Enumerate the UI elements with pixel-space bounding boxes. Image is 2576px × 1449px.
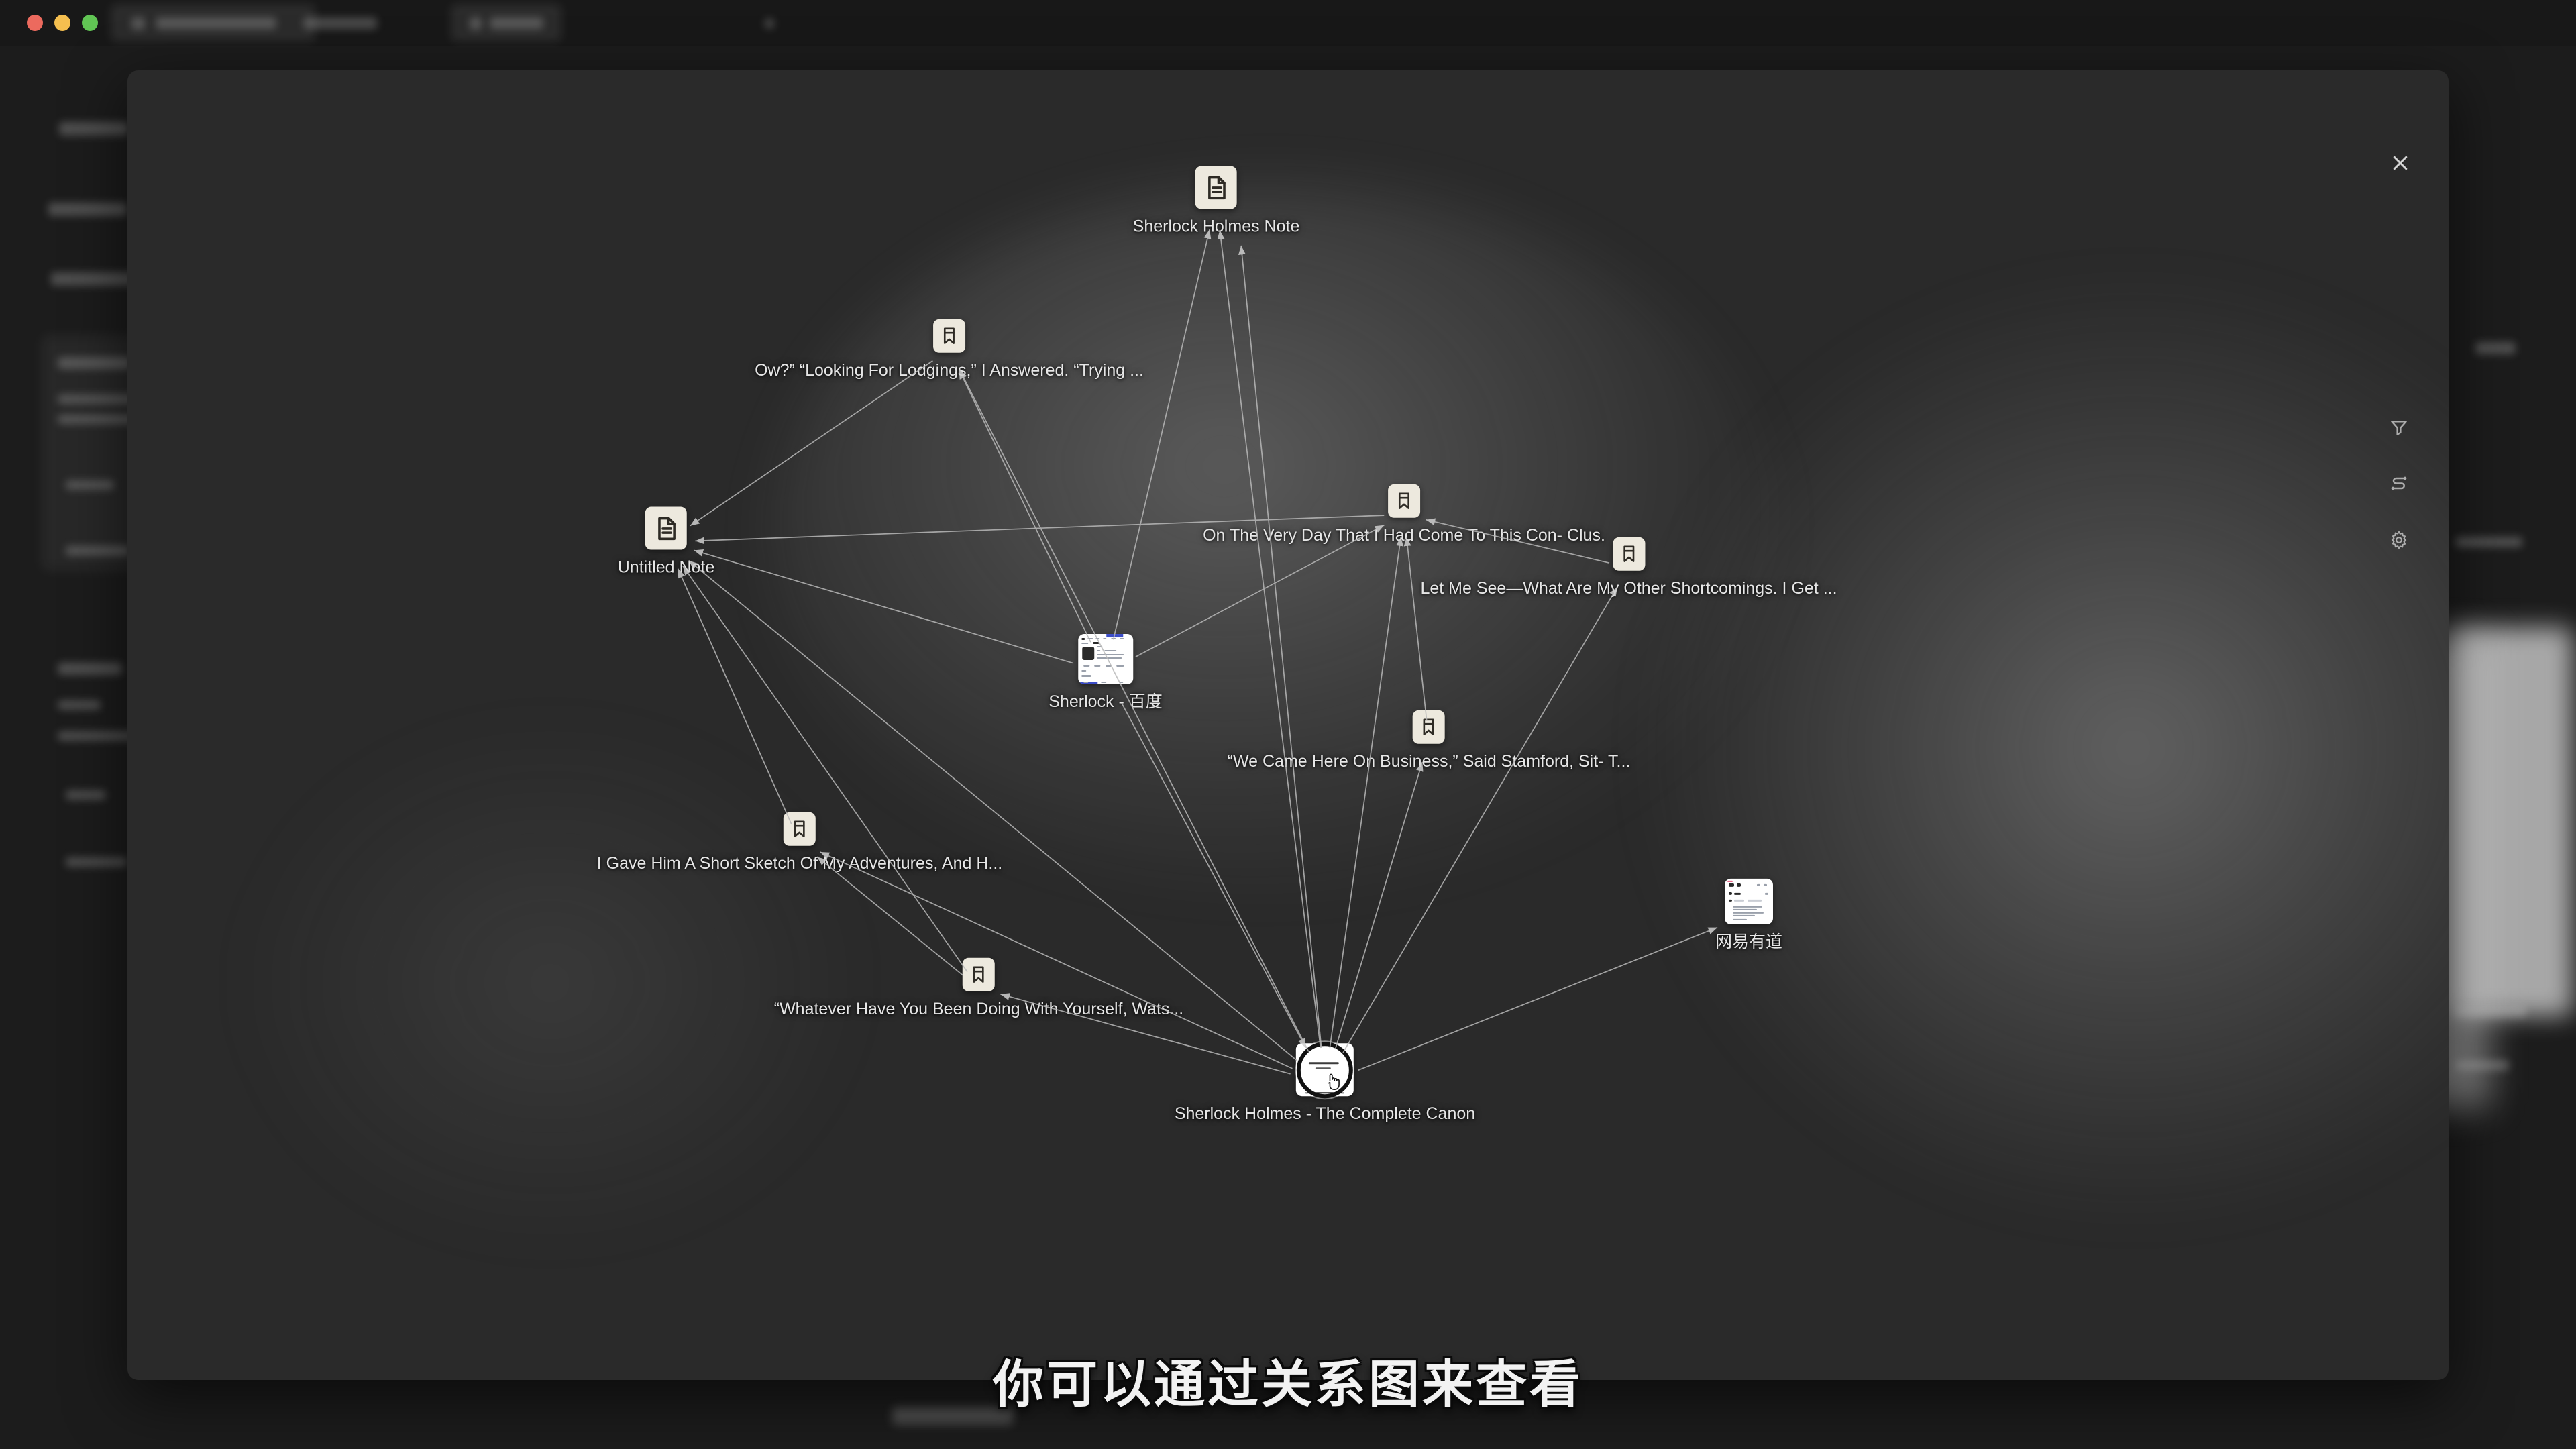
sidebar-heading-2 <box>48 203 127 216</box>
minimize-window-button[interactable] <box>54 15 70 31</box>
right-rail-label-1 <box>2475 342 2516 354</box>
reading-pane-edge <box>2449 627 2573 1016</box>
graph-edges-layer <box>677 229 1718 1075</box>
graph-view-modal: Sherlock Holmes Note Ow?” “Looking For L… <box>127 70 2449 1380</box>
tab-2-favicon <box>470 17 482 30</box>
tab-1-subtitle <box>303 17 377 29</box>
new-tab-button[interactable] <box>765 19 774 28</box>
right-rail-label-2 <box>2455 537 2522 547</box>
sidebar-card-2-line-1 <box>58 700 101 710</box>
sidebar-card-2-title <box>58 663 122 675</box>
gear-icon <box>2391 531 2407 549</box>
graph-edge <box>1135 524 1385 657</box>
graph-edge <box>1334 761 1424 1050</box>
tab-1-title <box>156 17 276 29</box>
graph-edge <box>1403 537 1428 721</box>
filter-button[interactable] <box>2384 413 2414 442</box>
graph-edge <box>816 856 964 976</box>
tab-1-favicon <box>131 17 145 30</box>
right-rail-label-4 <box>2455 1060 2509 1071</box>
traffic-lights[interactable] <box>27 15 98 31</box>
graph-edge <box>820 851 1293 1069</box>
sidebar-card-2-meta <box>66 790 106 800</box>
graph-edge <box>1358 926 1718 1071</box>
right-rail-label-3 <box>2455 1006 2526 1017</box>
filter-icon <box>2391 421 2407 435</box>
graph-toolbar <box>2384 413 2414 555</box>
graph-edge <box>694 549 1073 664</box>
graph-edge <box>959 369 1309 1052</box>
graph-edge <box>682 566 968 973</box>
graph-edge <box>1238 245 1322 1049</box>
window-titlebar <box>0 0 2576 46</box>
video-subtitle: 你可以通过关系图来查看 <box>993 1356 1583 1413</box>
zoom-window-button[interactable] <box>82 15 98 31</box>
graph-edge <box>1121 702 1307 1049</box>
graph-edge <box>688 559 1298 1061</box>
layout-button[interactable] <box>2384 469 2414 498</box>
sidebar-heading-1 <box>59 122 129 136</box>
settings-button[interactable] <box>2384 525 2414 555</box>
close-modal-button[interactable] <box>2383 146 2418 180</box>
graph-edge <box>1112 229 1212 640</box>
graph-edge <box>1000 993 1291 1075</box>
sidebar-card-1-meta <box>66 480 114 490</box>
graph-edge <box>690 360 933 527</box>
sidebar-card-2-tag <box>66 857 127 867</box>
tab-2-title <box>490 17 543 29</box>
sidebar-card-1-tag <box>66 546 130 555</box>
graph-edge <box>1217 229 1322 1049</box>
sidebar-card-1-title <box>58 357 131 369</box>
graph-edge <box>958 369 1091 643</box>
graph-edge <box>1426 518 1610 564</box>
sidebar-card-2-line-2 <box>58 731 138 741</box>
close-window-button[interactable] <box>27 15 43 31</box>
path-icon <box>2391 476 2407 490</box>
